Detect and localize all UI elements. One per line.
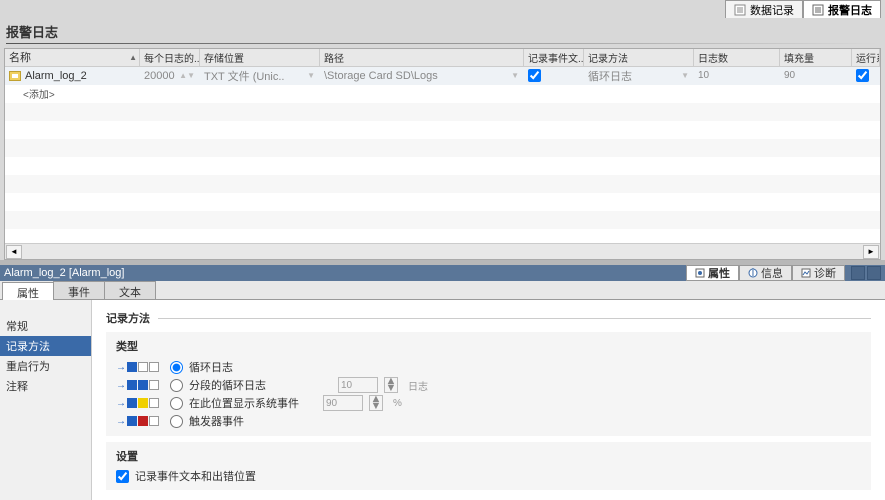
type-group: 类型 → 循环日志 → 分段的循环日志 ▲▼ 日志 → 在此位置显示系统事件	[106, 332, 871, 436]
event-text-checkbox[interactable]	[528, 69, 541, 82]
log-event-text-label: 记录事件文本和出错位置	[135, 468, 256, 484]
scroll-right-button[interactable]: ►	[863, 245, 879, 259]
horizontal-scrollbar[interactable]: ◄ ►	[5, 243, 880, 259]
empty-row	[5, 157, 880, 175]
add-row[interactable]: <添加>	[5, 85, 880, 103]
object-title: Alarm_log_2 [Alarm_log]	[4, 267, 124, 279]
radio-circular-log-label: 循环日志	[189, 359, 233, 375]
detail-panel: 记录方法 类型 → 循环日志 → 分段的循环日志 ▲▼ 日志 →	[92, 300, 885, 500]
grid-header: 名称▲ 每个日志的.. 存储位置 路径 记录事件文.. 记录方法 日志数 填充量…	[5, 49, 880, 67]
empty-row	[5, 175, 880, 193]
stepper-icon: ▲▼	[369, 395, 383, 411]
empty-row	[5, 103, 880, 121]
col-enable-on-start[interactable]: 运行系统启动时启用记录	[852, 49, 880, 66]
col-name[interactable]: 名称▲	[5, 49, 140, 66]
sort-asc-icon: ▲	[129, 53, 137, 62]
alarm-log-grid: 名称▲ 每个日志的.. 存储位置 路径 记录事件文.. 记录方法 日志数 填充量…	[4, 48, 881, 260]
stepper-icon[interactable]: ▲▼	[179, 71, 195, 80]
properties-icon	[695, 268, 705, 278]
segmented-unit: 日志	[408, 378, 428, 393]
tab-properties[interactable]: 属性	[686, 265, 739, 281]
radio-trigger-event-label: 触发器事件	[189, 413, 244, 429]
sub-tab-bar: 属性 事件 文本	[0, 281, 885, 300]
tab-info[interactable]: i信息	[739, 265, 792, 281]
radio-system-event[interactable]	[170, 397, 183, 410]
radio-circular-log[interactable]	[170, 361, 183, 374]
subtab-events[interactable]: 事件	[53, 281, 105, 299]
empty-row	[5, 121, 880, 139]
object-header: Alarm_log_2 [Alarm_log] 属性 i信息 诊断	[0, 265, 885, 281]
settings-group: 设置 记录事件文本和出错位置	[106, 442, 871, 490]
title-underline	[6, 43, 879, 44]
info-icon: i	[748, 268, 758, 278]
stepper-icon: ▲▼	[384, 377, 398, 393]
scroll-left-button[interactable]: ◄	[6, 245, 22, 259]
circular-log-icon: →	[116, 360, 164, 374]
divider	[158, 318, 871, 319]
table-row[interactable]: Alarm_log_2 20000▲▼ TXT 文件 (Unic..▼ \Sto…	[5, 67, 880, 85]
collapse-button[interactable]	[867, 266, 881, 280]
panel-title: 记录方法	[106, 310, 150, 326]
col-event-text[interactable]: 记录事件文..	[524, 49, 584, 66]
empty-row	[5, 193, 880, 211]
property-nav: 常规 记录方法 重启行为 注释	[0, 300, 92, 500]
tab-alarm-log[interactable]: 报警日志	[803, 0, 881, 18]
tab-data-log[interactable]: 数据记录	[725, 0, 803, 18]
data-log-icon	[734, 4, 746, 16]
col-per-log[interactable]: 每个日志的..	[140, 49, 200, 66]
subtab-text[interactable]: 文本	[104, 281, 156, 299]
detach-button[interactable]	[851, 266, 865, 280]
nav-log-method[interactable]: 记录方法	[0, 336, 91, 356]
diagnostics-icon	[801, 268, 811, 278]
system-event-icon: →	[116, 396, 164, 410]
svg-text:i: i	[752, 268, 754, 278]
group-type-label: 类型	[116, 338, 861, 354]
nav-restart[interactable]: 重启行为	[0, 356, 91, 376]
trigger-event-icon: →	[116, 414, 164, 428]
empty-row	[5, 139, 880, 157]
radio-trigger-event[interactable]	[170, 415, 183, 428]
subtab-properties[interactable]: 属性	[2, 282, 54, 300]
tab-alarm-log-label: 报警日志	[828, 2, 872, 18]
col-method[interactable]: 记录方法	[584, 49, 694, 66]
col-fill[interactable]: 填充量	[780, 49, 852, 66]
nav-comment[interactable]: 注释	[0, 376, 91, 396]
radio-segmented-log-label: 分段的循环日志	[189, 377, 266, 393]
group-settings-label: 设置	[116, 448, 861, 464]
radio-system-event-label: 在此位置显示系统事件	[189, 395, 299, 411]
log-file-icon	[9, 71, 21, 81]
alarm-log-icon	[812, 4, 824, 16]
col-storage[interactable]: 存储位置	[200, 49, 320, 66]
grid-body[interactable]: Alarm_log_2 20000▲▼ TXT 文件 (Unic..▼ \Sto…	[5, 67, 880, 243]
log-event-text-checkbox[interactable]	[116, 470, 129, 483]
dropdown-icon[interactable]: ▼	[307, 71, 315, 80]
system-event-unit: %	[393, 398, 402, 409]
detail-area: 常规 记录方法 重启行为 注释 记录方法 类型 → 循环日志 → 分段的循环日志…	[0, 300, 885, 500]
segmented-log-icon: →	[116, 378, 164, 392]
col-path[interactable]: 路径	[320, 49, 524, 66]
section-title: 报警日志	[0, 18, 885, 41]
nav-general[interactable]: 常规	[0, 316, 91, 336]
segmented-count-input	[338, 377, 378, 393]
dropdown-icon[interactable]: ▼	[681, 71, 689, 80]
col-log-count[interactable]: 日志数	[694, 49, 780, 66]
tab-diagnostics[interactable]: 诊断	[792, 265, 845, 281]
radio-segmented-log[interactable]	[170, 379, 183, 392]
tab-data-log-label: 数据记录	[750, 2, 794, 18]
empty-row	[5, 229, 880, 243]
empty-row	[5, 211, 880, 229]
system-event-pct-input	[323, 395, 363, 411]
enable-on-start-checkbox[interactable]	[856, 69, 869, 82]
dropdown-icon[interactable]: ▼	[511, 71, 519, 80]
